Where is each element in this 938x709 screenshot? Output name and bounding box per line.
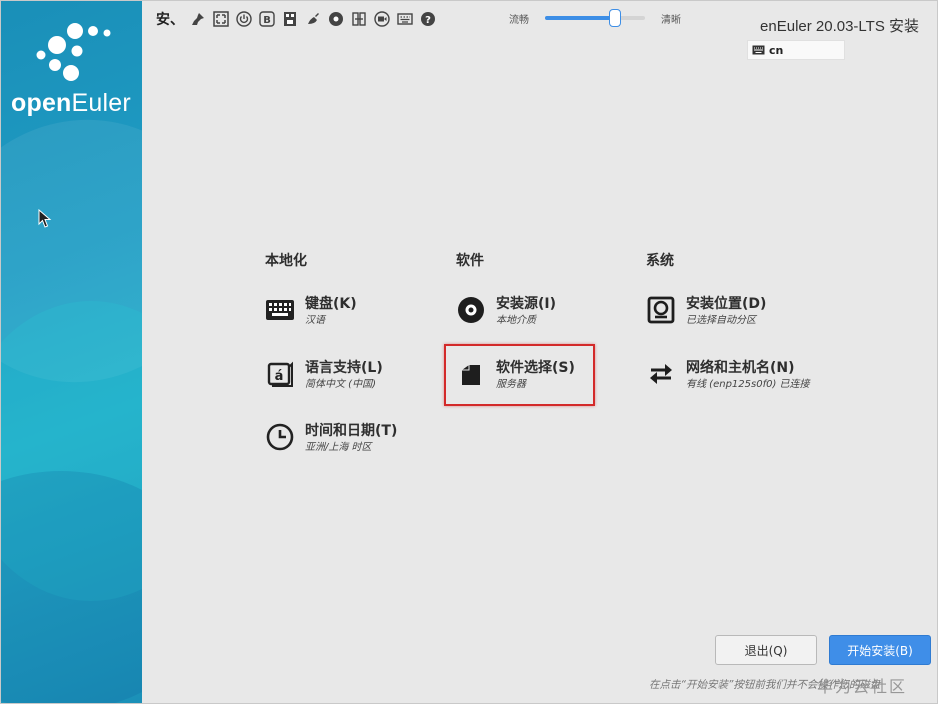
spoke-title: 语言支持(L) bbox=[305, 360, 383, 376]
spoke-installation-destination[interactable]: 安装位置(D) 已选择自动分区 bbox=[646, 295, 766, 328]
bold-b-icon[interactable]: B bbox=[259, 11, 275, 27]
product-title: enEuler 20.03-LTS 安装 bbox=[760, 18, 919, 35]
spoke-time-date[interactable]: 时间和日期(T) 亚洲/上海 时区 bbox=[265, 422, 397, 455]
slider-left-label: 流畅 bbox=[509, 14, 529, 26]
openeuler-logo-icon bbox=[36, 23, 111, 81]
spoke-status: 汉语 bbox=[305, 315, 325, 326]
slider-fill bbox=[545, 16, 615, 20]
harddisk-icon bbox=[646, 295, 676, 325]
keyboard-layout-label: cn bbox=[769, 43, 784, 57]
spoke-title: 时间和日期(T) bbox=[305, 423, 398, 439]
spoke-language-support[interactable]: á 语言支持(L) 简体中文 (中国) bbox=[265, 359, 383, 392]
clock-icon bbox=[265, 422, 295, 452]
fullscreen-icon[interactable] bbox=[213, 11, 229, 27]
svg-text:?: ? bbox=[425, 15, 431, 26]
video-icon[interactable] bbox=[374, 11, 390, 27]
spoke-title: 键盘(K) bbox=[305, 296, 357, 312]
sidebar-decoration bbox=[1, 471, 142, 703]
spoke-title: 网络和主机名(N) bbox=[686, 360, 795, 376]
quality-slider: 流畅 清晰 bbox=[509, 7, 681, 29]
category-localization: 本地化 bbox=[265, 253, 307, 269]
mouse-cursor-icon bbox=[38, 209, 52, 228]
language-icon: á bbox=[265, 359, 295, 389]
spoke-status: 有线 (enp125s0f0) 已连接 bbox=[686, 379, 810, 390]
spoke-title: 安装位置(D) bbox=[686, 296, 767, 312]
disc-icon bbox=[456, 295, 486, 325]
spoke-keyboard[interactable]: 键盘(K) 汉语 bbox=[265, 295, 357, 328]
spoke-network-hostname[interactable]: 网络和主机名(N) 有线 (enp125s0f0) 已连接 bbox=[646, 359, 810, 392]
power-icon[interactable] bbox=[236, 11, 252, 27]
sidebar: openEuler bbox=[1, 1, 142, 703]
quit-button[interactable]: 退出(Q) bbox=[715, 635, 817, 665]
keyboard-icon bbox=[265, 295, 295, 325]
category-software: 软件 bbox=[456, 253, 484, 269]
spoke-status: 已选择自动分区 bbox=[686, 315, 756, 326]
svg-text:B: B bbox=[263, 15, 271, 26]
spoke-status: 本地介质 bbox=[496, 315, 536, 326]
keyboard-icon[interactable] bbox=[397, 11, 413, 27]
slider-thumb[interactable] bbox=[609, 9, 621, 27]
svg-text:á: á bbox=[275, 369, 284, 384]
slider-right-label: 清晰 bbox=[661, 14, 681, 26]
selection-highlight-box bbox=[444, 344, 595, 406]
record-icon[interactable] bbox=[328, 11, 344, 27]
slider-track[interactable] bbox=[545, 9, 645, 27]
transfer-icon[interactable] bbox=[351, 11, 367, 27]
keyboard-icon bbox=[752, 45, 765, 55]
spoke-status: 简体中文 (中国) bbox=[305, 379, 376, 390]
pin-icon[interactable] bbox=[190, 11, 206, 27]
network-arrows-icon bbox=[646, 359, 676, 389]
toolbar-title: 安、 bbox=[156, 12, 184, 28]
openeuler-logo-text: openEuler bbox=[11, 89, 131, 117]
remote-console-toolbar: 安、 B ? bbox=[156, 7, 443, 31]
help-icon[interactable]: ? bbox=[420, 11, 436, 27]
begin-installation-button[interactable]: 开始安装(B) bbox=[829, 635, 931, 665]
usb-icon[interactable] bbox=[282, 11, 298, 27]
category-system: 系统 bbox=[646, 253, 674, 269]
installer-window: openEuler 安、 B ? 流畅 清晰 enEuler 20.03-LTS… bbox=[0, 0, 938, 704]
keyboard-layout-indicator[interactable]: cn bbox=[747, 40, 845, 60]
watermark: 华为云社区 bbox=[817, 677, 908, 696]
brush-icon[interactable] bbox=[305, 11, 321, 27]
spoke-status: 亚洲/上海 时区 bbox=[305, 442, 372, 453]
spoke-title: 安装源(I) bbox=[496, 296, 557, 312]
spoke-installation-source[interactable]: 安装源(I) 本地介质 bbox=[456, 295, 556, 328]
